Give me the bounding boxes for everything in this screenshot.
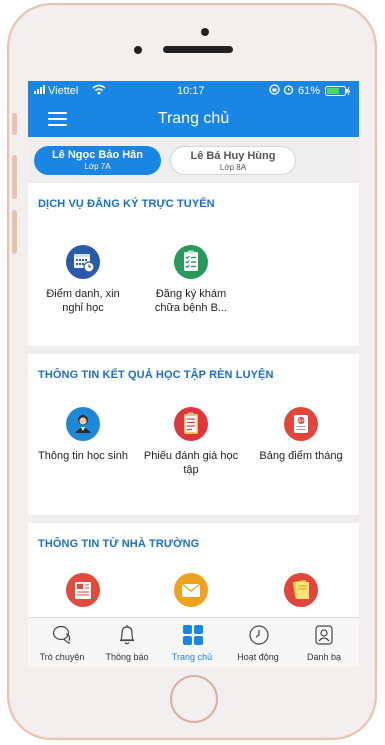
item-label: Phiếu đánh giá học tập (143, 450, 239, 476)
school-news-section: THÔNG TIN TỪ NHÀ TRƯỜNG (28, 523, 359, 617)
item-label: Đăng ký khám chữa bệnh B... (154, 288, 228, 314)
student-info-item[interactable]: Thông tin học sinh (35, 407, 131, 463)
home-button[interactable] (170, 675, 218, 723)
grade-report-icon: A+ (284, 407, 318, 441)
student-name: Lê Ngọc Bảo Hân (51, 149, 144, 161)
school-news-item[interactable] (35, 573, 131, 607)
status-time: 10:17 (177, 85, 205, 97)
student-chip-selected[interactable]: Lê Ngọc Bảo Hân Lớp 7A (34, 146, 161, 175)
tab-label: Danh bạ (306, 652, 342, 662)
tab-label: Thông báo (105, 652, 149, 662)
item-label: Bảng điểm tháng (259, 450, 343, 462)
lock-rotation-icon (269, 84, 280, 98)
tab-contacts[interactable]: Danh bạ (292, 618, 356, 666)
page-title: Trang chủ (157, 110, 230, 127)
bell-icon (120, 625, 134, 645)
medical-checklist-icon (174, 245, 208, 279)
student-chip[interactable]: Lê Bá Huy Hùng Lớp 8A (170, 146, 296, 175)
carrier-name: Viettel (48, 85, 79, 97)
school-messages-item[interactable] (143, 573, 239, 607)
attendance-leave-item[interactable]: Điểm danh, xin nghỉ học (35, 245, 131, 315)
battery-percent: 61% (298, 85, 321, 97)
alarm-icon (283, 84, 294, 98)
tab-activities[interactable]: Hoạt động (226, 618, 290, 666)
envelope-icon (174, 573, 208, 607)
app-screen: Viettel 10:17 61% Trang chủ Lê Ngọc Bảo … (28, 81, 359, 666)
contacts-icon (315, 625, 333, 645)
tab-home[interactable]: Trang chủ (160, 618, 224, 666)
tab-label: Trò chuyện (39, 652, 85, 662)
evaluation-clipboard-icon (174, 407, 208, 441)
section-title: THÔNG TIN TỪ NHÀ TRƯỜNG (38, 538, 200, 550)
wifi-icon (92, 84, 106, 98)
mute-switch (12, 113, 17, 135)
attendance-calendar-icon (66, 245, 100, 279)
student-name: Lê Bá Huy Hùng (190, 150, 276, 162)
tab-chat[interactable]: Trò chuyện (30, 618, 94, 666)
section-title: DỊCH VỤ ĐĂNG KÝ TRỰC TUYẾN (38, 198, 215, 210)
chat-icon (52, 625, 71, 644)
school-notes-item[interactable] (253, 573, 349, 607)
section-title: THÔNG TIN KẾT QUẢ HỌC TẬP RÈN LUYỆN (38, 369, 274, 381)
medical-registration-item[interactable]: Đăng ký khám chữa bệnh B... (143, 245, 239, 315)
bottom-tab-bar: Trò chuyện Thông báo Trang chủ Hoạt động… (28, 617, 359, 666)
item-label: Thông tin học sinh (38, 450, 128, 462)
tab-notifications[interactable]: Thông báo (95, 618, 159, 666)
notes-icon (284, 573, 318, 607)
battery-icon (325, 86, 351, 99)
student-selector: Lê Ngọc Bảo Hân Lớp 7A Lê Bá Huy Hùng Lớ… (28, 137, 359, 183)
item-label: Điểm danh, xin nghỉ học (46, 288, 120, 314)
home-grid-icon (183, 625, 203, 645)
earpiece-speaker (163, 46, 233, 53)
student-class: Lớp 8A (219, 163, 247, 172)
newspaper-icon (66, 573, 100, 607)
volume-up-button (12, 155, 17, 199)
student-profile-icon (66, 407, 100, 441)
learning-evaluation-item[interactable]: Phiếu đánh giá học tập (143, 407, 239, 477)
volume-down-button (12, 210, 17, 254)
sensor (134, 46, 142, 54)
tab-label: Trang chủ (171, 652, 213, 662)
app-header: Trang chủ (28, 101, 359, 137)
tab-label: Hoạt động (237, 652, 279, 662)
academic-results-section: THÔNG TIN KẾT QUẢ HỌC TẬP RÈN LUYỆN Thôn… (28, 354, 359, 515)
online-registration-section: DỊCH VỤ ĐĂNG KÝ TRỰC TUYẾN Điểm danh, xi… (28, 183, 359, 346)
monthly-grades-item[interactable]: A+ Bảng điểm tháng (253, 407, 349, 463)
signal-icon (34, 85, 46, 97)
clock-icon (249, 625, 269, 645)
status-bar: Viettel 10:17 61% (28, 81, 359, 101)
front-camera (201, 28, 209, 36)
student-class: Lớp 7A (84, 162, 111, 171)
svg-text:A+: A+ (298, 419, 304, 425)
